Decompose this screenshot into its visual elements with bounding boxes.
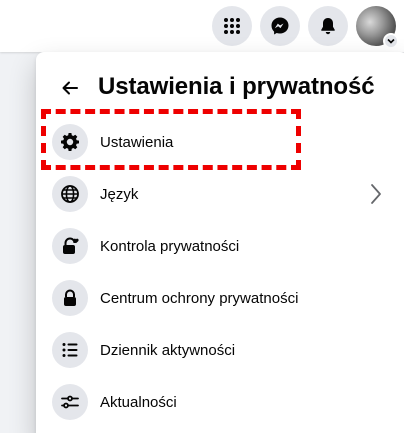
grid-menu-icon xyxy=(224,18,240,34)
messenger-icon xyxy=(271,17,289,35)
menu-item-settings[interactable]: Ustawienia xyxy=(44,116,402,168)
chevron-down-icon xyxy=(383,33,399,49)
chevron-right-icon xyxy=(371,184,381,204)
menu-item-label: Aktualności xyxy=(100,393,177,411)
menu-item-feed-preferences[interactable]: Aktualności xyxy=(44,376,402,428)
top-bar xyxy=(0,0,404,52)
bell-icon xyxy=(321,18,335,35)
menu-item-language[interactable]: Język xyxy=(44,168,402,220)
notifications-button[interactable] xyxy=(308,6,348,46)
menu-item-label: Język xyxy=(100,185,139,203)
menu-item-label: Ustawienia xyxy=(100,133,174,151)
menu-item-privacy-checkup[interactable]: Kontrola prywatności xyxy=(44,220,402,272)
menu-item-label: Kontrola prywatności xyxy=(100,237,240,255)
sliders-icon xyxy=(52,384,88,420)
lock-icon xyxy=(52,280,88,316)
back-button[interactable] xyxy=(52,70,88,106)
globe-icon xyxy=(52,176,88,212)
arrow-left-icon xyxy=(62,81,78,95)
avatar[interactable] xyxy=(356,6,399,49)
gear-icon xyxy=(52,124,88,160)
menu-item-activity-log[interactable]: Dziennik aktywności xyxy=(44,324,402,376)
menu-item-label: Dziennik aktywności xyxy=(100,341,236,359)
menu-item-label: Centrum ochrony prywatności xyxy=(100,289,299,307)
lock-heart-icon xyxy=(52,228,88,264)
panel-title: Ustawienia i prywatność xyxy=(98,73,375,100)
settings-privacy-panel: Ustawienia i prywatność Ustawienia Język xyxy=(36,52,404,433)
messenger-button[interactable] xyxy=(260,6,300,46)
menu-button[interactable] xyxy=(212,6,252,46)
list-icon xyxy=(52,332,88,368)
menu-item-privacy-center[interactable]: Centrum ochrony prywatności xyxy=(44,272,402,324)
panel-header: Ustawienia i prywatność xyxy=(36,66,404,110)
